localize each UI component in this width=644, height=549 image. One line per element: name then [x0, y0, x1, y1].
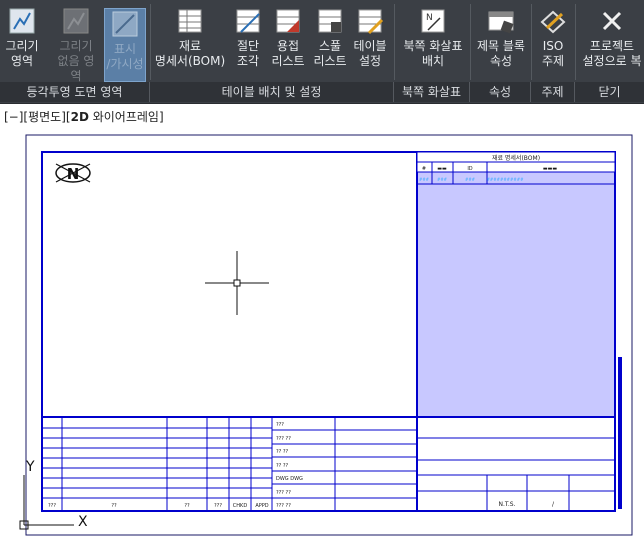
- spool-list-icon: [315, 6, 345, 36]
- panel-north-arrow: 북쪽 화살표: [394, 82, 470, 102]
- close-project-label: 프로젝트 설정으로 복: [582, 39, 642, 68]
- section-cut-button[interactable]: 절단 조각: [230, 6, 266, 69]
- draw-area-icon: [7, 6, 37, 36]
- table-cut-icon: [233, 6, 263, 36]
- north-arrow-symbol: N: [55, 163, 91, 183]
- title-field-5: ??? ??: [276, 490, 291, 496]
- iso-annotation-label: ISO 주제: [541, 39, 565, 68]
- sheet-text: /: [552, 501, 555, 508]
- title-fields-table: [272, 417, 417, 511]
- title-field-2: ?? ??: [276, 449, 289, 455]
- scale-text: N.T.S.: [499, 501, 516, 508]
- title-field-0: ???: [276, 422, 284, 428]
- ribbon-separator: [394, 4, 395, 80]
- title-block-right: [417, 437, 615, 511]
- bom-cell-3: ###########: [487, 177, 525, 182]
- rev-header-3: ???: [214, 503, 222, 509]
- ucs-y-label: Y: [25, 459, 35, 475]
- svg-text:N: N: [426, 13, 433, 23]
- ribbon-separator: [470, 4, 471, 80]
- show-hide-label: 표시 /가시성: [106, 42, 144, 71]
- bom-cell-0: ###: [419, 177, 430, 182]
- rev-header-5: APPD: [255, 503, 268, 509]
- ribbon-separator: [531, 4, 532, 80]
- bom-header-1: ▬▬: [437, 166, 447, 172]
- north-arrow-icon: N: [418, 6, 448, 36]
- close-icon: [597, 6, 627, 36]
- frame-edge-marker: [618, 357, 622, 509]
- draw-no-area-label: 그리기 없음 영역: [57, 39, 95, 83]
- panel-iso-area: 등각투영 도면 영역: [0, 82, 150, 102]
- title-field-4: DWG DWG: [276, 476, 303, 482]
- viewport-label-style[interactable]: 2D: [71, 110, 89, 124]
- north-letter: N: [67, 165, 80, 183]
- ucs-icon: Y X: [19, 459, 88, 530]
- ribbon: 그리기 영역 그리기 없음 영역 표시 /가시성 재료 명세서(BOM) 절단 …: [0, 0, 644, 104]
- viewport-label-suffix[interactable]: 와이어프레임]: [89, 110, 164, 124]
- rev-header-0: ???: [48, 503, 56, 509]
- panel-annotation: 주제: [531, 82, 575, 102]
- title-block-icon: [486, 6, 516, 36]
- rev-header-4: CHKD: [233, 503, 248, 509]
- viewport-controls[interactable]: [−][평면도][2D 와이어프레임]: [4, 108, 164, 125]
- title-field-6: ??? ??: [276, 503, 291, 509]
- draw-area-label: 그리기 영역: [5, 39, 39, 68]
- panel-table-place: 테이블 배치 및 설정: [150, 82, 394, 102]
- drawing-canvas[interactable]: 재료 명세서(BOM) # ▬▬ ID ▬▬▬ ### ### ### ####…: [0, 125, 644, 549]
- bom-title: 재료 명세서(BOM): [492, 154, 540, 162]
- bom-header-0: #: [422, 166, 426, 172]
- show-hide-button[interactable]: 표시 /가시성: [104, 8, 146, 82]
- section-cut-label: 절단 조각: [236, 39, 260, 68]
- close-project-button[interactable]: 프로젝트 설정으로 복: [580, 6, 644, 69]
- draw-area-button[interactable]: 그리기 영역: [4, 6, 40, 69]
- table-settings-button[interactable]: 테이블 설정: [350, 6, 390, 69]
- viewport-label-prefix[interactable]: [−][평면도][: [4, 110, 71, 124]
- show-hide-icon: [110, 9, 140, 39]
- north-arrow-place-label: 북쪽 화살표 배치: [403, 39, 463, 68]
- panel-close: 닫기: [575, 82, 644, 102]
- table-icon: [175, 6, 205, 36]
- bom-cell-2: ###: [465, 177, 476, 182]
- table-settings-icon: [355, 6, 385, 36]
- title-block-attr-label: 제목 블록 속성: [477, 39, 525, 68]
- crosshair-cursor: [205, 251, 269, 315]
- bom-cell-1: ###: [437, 177, 448, 182]
- title-field-1: ??? ??: [276, 436, 291, 442]
- title-field-3: ?? ??: [276, 463, 289, 469]
- ribbon-separator: [150, 4, 151, 80]
- title-block-attr-button[interactable]: 제목 블록 속성: [472, 6, 530, 69]
- table-settings-label: 테이블 설정: [353, 39, 387, 68]
- iso-annotation-icon: [538, 6, 568, 36]
- bom-header-3: ▬▬▬: [543, 166, 557, 172]
- bom-button[interactable]: 재료 명세서(BOM): [152, 6, 228, 69]
- ucs-x-label: X: [78, 514, 88, 530]
- ribbon-separator: [575, 4, 576, 80]
- draw-no-area-button[interactable]: 그리기 없음 영역: [54, 6, 98, 84]
- iso-annotation-button[interactable]: ISO 주제: [534, 6, 572, 69]
- weld-list-label: 용접 리스트: [271, 39, 305, 68]
- rev-header-2: ??: [184, 503, 190, 509]
- revision-table: [42, 417, 273, 511]
- draw-no-area-icon: [61, 6, 91, 36]
- spool-list-label: 스풀 리스트: [313, 39, 347, 68]
- panel-attributes: 속성: [470, 82, 531, 102]
- bom-header-2: ID: [467, 166, 472, 172]
- spool-list-button[interactable]: 스풀 리스트: [310, 6, 350, 69]
- north-arrow-place-button[interactable]: N 북쪽 화살표 배치: [398, 6, 468, 69]
- rev-header-1: ??: [111, 503, 117, 509]
- bom-label: 재료 명세서(BOM): [154, 39, 226, 68]
- weld-list-icon: [273, 6, 303, 36]
- weld-list-button[interactable]: 용접 리스트: [268, 6, 308, 69]
- bom-table-area: [416, 151, 616, 418]
